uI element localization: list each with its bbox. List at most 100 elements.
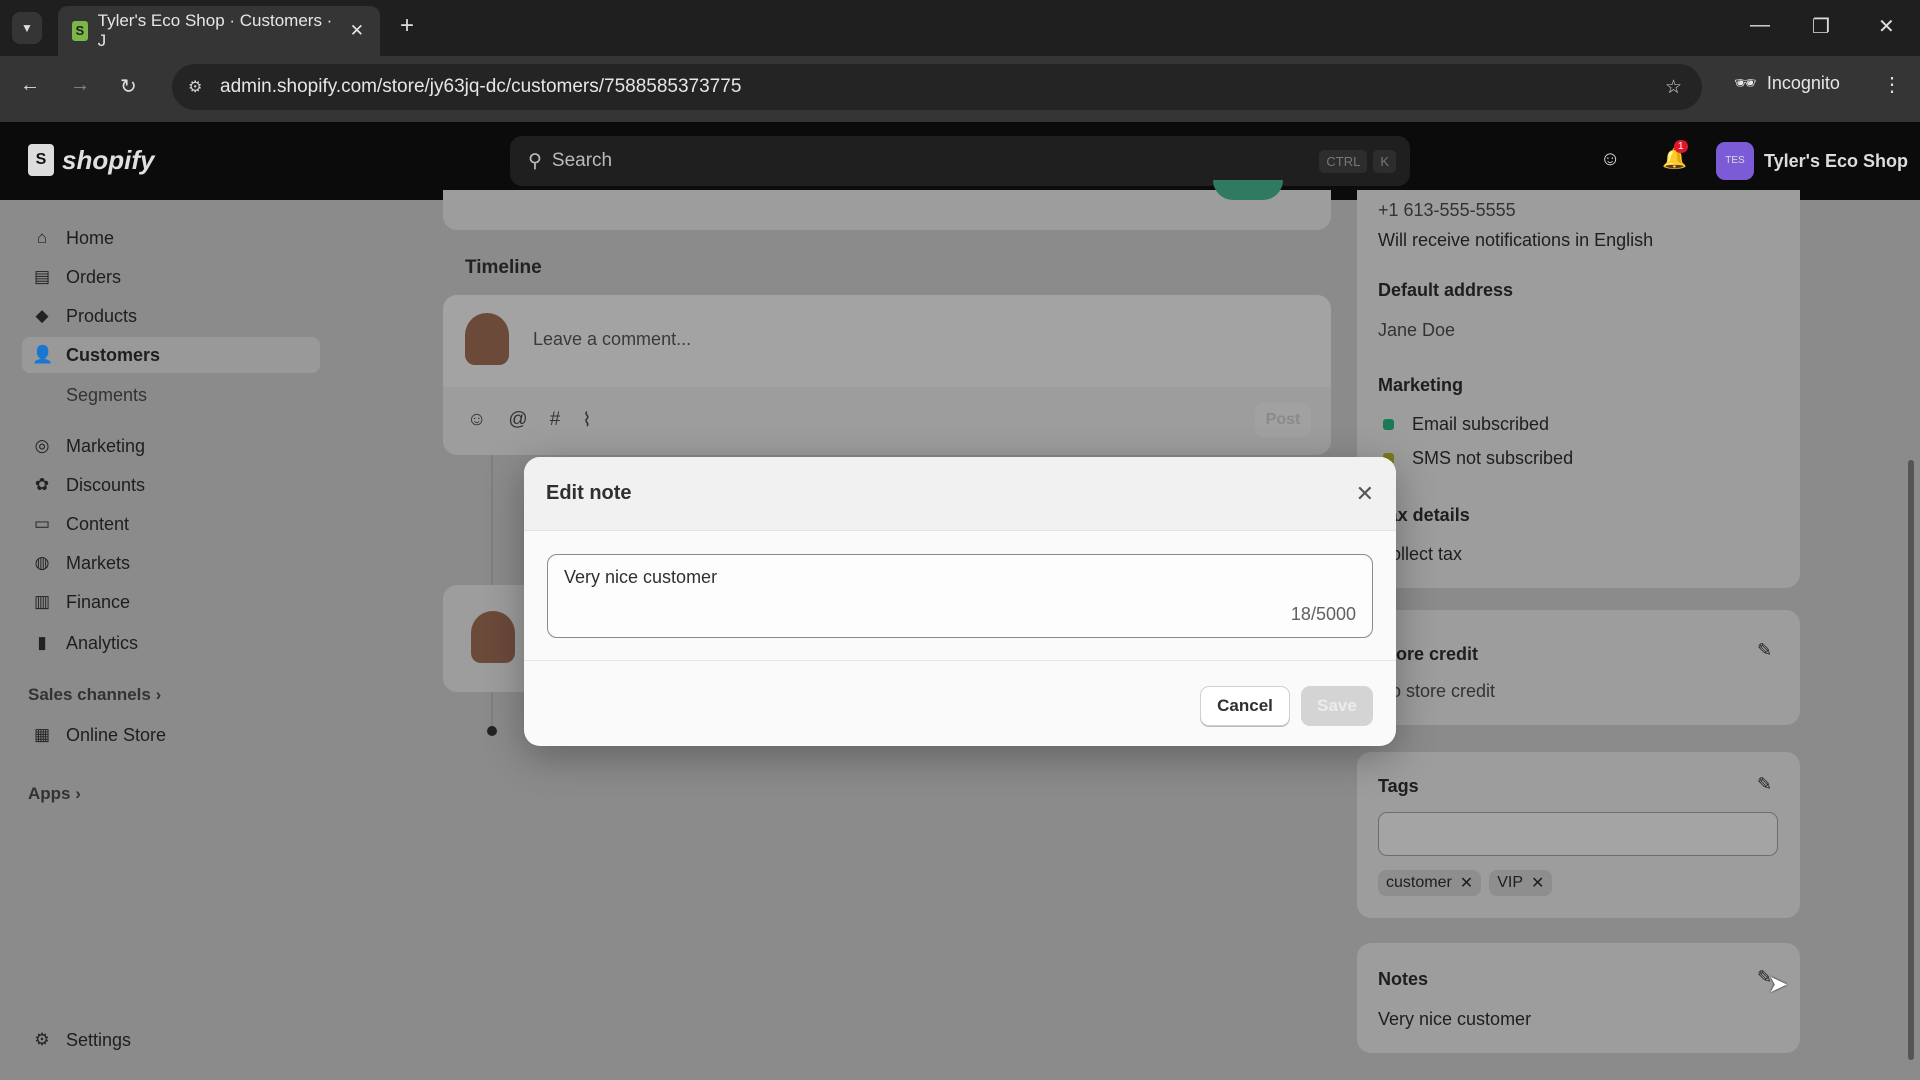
- url-bar[interactable]: ⚙ admin.shopify.com/store/jy63jq-dc/cust…: [172, 64, 1702, 110]
- label: Sales channels: [28, 685, 151, 704]
- remove-tag-icon[interactable]: ✕: [1460, 873, 1473, 893]
- close-window-icon[interactable]: ✕: [1878, 14, 1895, 39]
- search-input[interactable]: ⚲ Search CTRL K: [510, 136, 1410, 186]
- hashtag-icon[interactable]: #: [550, 409, 561, 432]
- home-icon: ⌂: [32, 228, 52, 248]
- modal-header: Edit note ✕: [524, 457, 1396, 531]
- remove-tag-icon[interactable]: ✕: [1531, 873, 1544, 893]
- incognito-icon: 🕶: [1734, 73, 1757, 94]
- save-button[interactable]: Save: [1301, 686, 1373, 726]
- modal-footer: Cancel Save: [524, 660, 1396, 746]
- sidebar-item-discounts[interactable]: ✿Discounts: [22, 467, 320, 503]
- cancel-button[interactable]: Cancel: [1200, 686, 1290, 726]
- comment-box: Leave a comment... ☺ @ # ⌇ Post: [443, 295, 1331, 455]
- address-heading: Default address: [1378, 280, 1513, 301]
- sidebar-item-products[interactable]: ◆Products: [22, 298, 320, 334]
- reload-icon[interactable]: ↻: [120, 74, 137, 99]
- edit-pencil-icon[interactable]: ✎: [1757, 774, 1772, 795]
- sales-channels-heading[interactable]: Sales channels ›: [28, 685, 161, 705]
- tab-title: Tyler's Eco Shop · Customers · J: [98, 11, 340, 51]
- notes-card: Notes ✎ Very nice customer: [1357, 943, 1800, 1053]
- sms-status: SMS not subscribed: [1378, 448, 1573, 469]
- browser-tab[interactable]: S Tyler's Eco Shop · Customers · J ✕: [58, 6, 380, 56]
- discount-icon: ✿: [32, 475, 52, 495]
- shortcut-ctrl: CTRL: [1319, 150, 1367, 173]
- store-name: Tyler's Eco Shop: [1764, 151, 1908, 172]
- marketing-heading: Marketing: [1378, 375, 1463, 396]
- gear-icon: ⚙: [32, 1030, 52, 1050]
- notification-badge: 1: [1674, 140, 1688, 153]
- sidebar-item-online-store[interactable]: ▦Online Store: [22, 717, 320, 753]
- tags-input[interactable]: [1378, 812, 1778, 856]
- tag-list: customer ✕ VIP ✕: [1378, 870, 1560, 896]
- close-tab-icon[interactable]: ✕: [350, 21, 364, 41]
- sidebar-item-content[interactable]: ▭Content: [22, 506, 320, 542]
- new-tab-icon[interactable]: +: [400, 12, 414, 40]
- sidebar-item-analytics[interactable]: ▮Analytics: [22, 625, 320, 661]
- sidebar-item-customers[interactable]: 👤 Customers: [22, 337, 320, 373]
- comment-input[interactable]: Leave a comment...: [533, 329, 691, 350]
- incognito-indicator[interactable]: 🕶Incognito: [1734, 73, 1840, 94]
- forward-icon[interactable]: →: [70, 74, 90, 97]
- back-icon[interactable]: ←: [20, 74, 40, 97]
- label: Segments: [66, 385, 147, 406]
- orders-icon: ▤: [32, 267, 52, 287]
- shopify-logo[interactable]: S shopify: [28, 144, 154, 176]
- sidebar-item-segments[interactable]: Segments: [22, 377, 320, 413]
- shopify-favicon-icon: S: [72, 21, 88, 41]
- apps-heading[interactable]: Apps ›: [28, 784, 81, 804]
- attachment-icon[interactable]: ⌇: [582, 409, 591, 432]
- timeline-title: Timeline: [465, 257, 542, 279]
- content-icon: ▭: [32, 514, 52, 534]
- email-status: Email subscribed: [1378, 414, 1549, 435]
- bank-icon: ▥: [32, 592, 52, 612]
- tab-search-button[interactable]: ▼: [12, 12, 42, 44]
- site-info-icon[interactable]: ⚙: [188, 77, 202, 97]
- chart-fragment: [1213, 180, 1283, 200]
- minimize-icon[interactable]: —: [1750, 14, 1770, 37]
- edit-pencil-icon[interactable]: ✎: [1757, 640, 1772, 661]
- customer-details-card: +1 613-555-5555 Will receive notificatio…: [1357, 190, 1800, 588]
- tag-label: customer: [1386, 874, 1452, 892]
- label: Products: [66, 306, 137, 327]
- notification-language: Will receive notifications in English: [1378, 230, 1653, 251]
- shortcut-k: K: [1373, 150, 1396, 173]
- page-scrollbar[interactable]: [1908, 460, 1914, 1060]
- close-icon[interactable]: ✕: [1356, 481, 1374, 507]
- label: Customers: [66, 345, 160, 366]
- address-value: Jane Doe: [1378, 320, 1455, 341]
- globe-icon: ◍: [32, 553, 52, 573]
- mention-icon[interactable]: @: [508, 409, 527, 432]
- customer-summary-card: [443, 190, 1331, 230]
- sidebar-item-markets[interactable]: ◍ Markets: [22, 545, 320, 581]
- search-placeholder: Search: [552, 150, 612, 172]
- person-icon: 👤: [32, 345, 52, 365]
- url-text: admin.shopify.com/store/jy63jq-dc/custom…: [220, 76, 741, 98]
- sidebar-item-home[interactable]: ⌂Home: [22, 220, 320, 256]
- emoji-icon[interactable]: ☺: [467, 409, 486, 432]
- label: Apps: [28, 784, 71, 803]
- bar-chart-icon: ▮: [32, 633, 52, 653]
- note-textarea[interactable]: Very nice customer 18/5000: [547, 554, 1373, 638]
- tag-label: VIP: [1497, 874, 1523, 892]
- notifications-bell-icon[interactable]: 🔔 1: [1662, 146, 1687, 171]
- restore-icon[interactable]: ❐: [1812, 14, 1830, 39]
- sidebar-item-marketing[interactable]: ◎Marketing: [22, 428, 320, 464]
- user-avatar: [471, 611, 515, 663]
- store-menu[interactable]: TES Tyler's Eco Shop: [1716, 142, 1908, 180]
- sidebar-item-settings[interactable]: ⚙Settings: [22, 1022, 320, 1058]
- label: Marketing: [66, 436, 145, 457]
- timeline-dot: [487, 726, 497, 736]
- mouse-cursor-icon: ➤: [1768, 970, 1788, 999]
- label: Markets: [66, 553, 130, 574]
- sidebar-item-orders[interactable]: ▤Orders: [22, 259, 320, 295]
- edit-note-modal: Edit note ✕ Very nice customer 18/5000 C…: [524, 457, 1396, 746]
- label: Email subscribed: [1412, 414, 1549, 435]
- character-count: 18/5000: [1291, 604, 1356, 625]
- bookmark-star-icon[interactable]: ☆: [1665, 76, 1682, 99]
- browser-menu-icon[interactable]: ⋮: [1882, 72, 1902, 97]
- sidebar-item-finance[interactable]: ▥ Finance: [22, 584, 320, 620]
- post-button[interactable]: Post: [1255, 403, 1311, 437]
- label: Finance: [66, 592, 130, 613]
- sidekick-icon[interactable]: ☺: [1600, 148, 1620, 171]
